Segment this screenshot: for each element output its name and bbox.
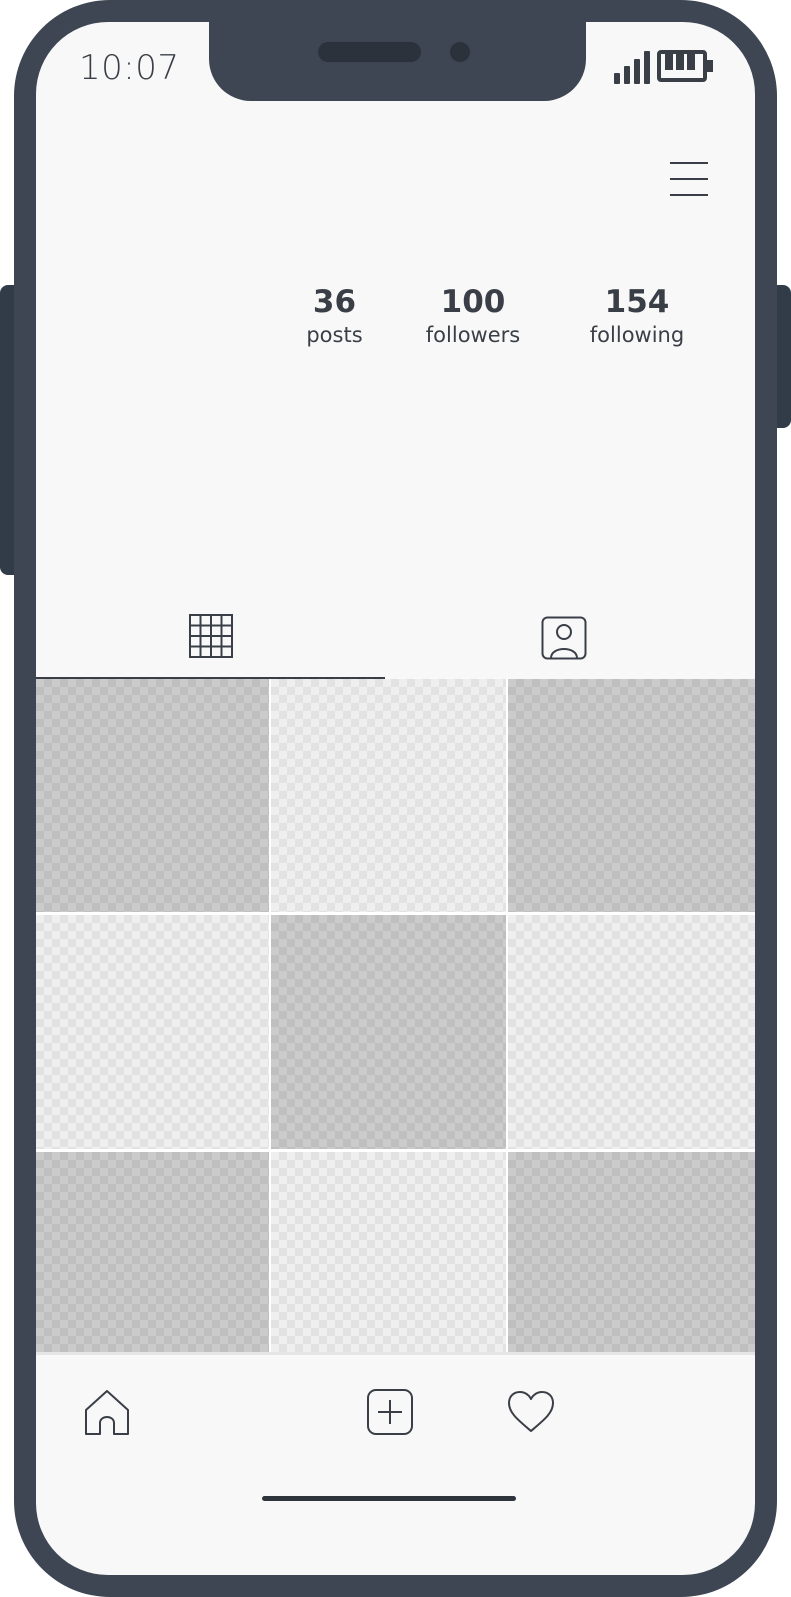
speaker-grille [318, 42, 421, 62]
heart-icon [508, 1391, 554, 1432]
post-thumbnail[interactable] [508, 1152, 755, 1352]
posts-label: posts [306, 323, 363, 347]
phone-screen: 10:07 36 posts 100 followers 154 followi… [36, 22, 755, 1575]
post-thumbnail[interactable] [271, 679, 506, 912]
notch [209, 22, 586, 101]
following-count: 154 [604, 284, 670, 320]
stat-posts[interactable]: 36 posts [290, 284, 379, 348]
post-thumbnail[interactable] [271, 1152, 506, 1352]
nav-add-post-button[interactable] [365, 1387, 415, 1437]
post-thumbnail[interactable] [508, 915, 755, 1149]
grid-icon [189, 614, 233, 658]
posts-count: 36 [312, 284, 357, 320]
post-thumbnail[interactable] [271, 915, 506, 1149]
battery-icon [657, 50, 713, 82]
post-thumbnail[interactable] [36, 1152, 269, 1352]
post-thumbnail[interactable] [36, 679, 269, 912]
followers-label: followers [425, 323, 521, 347]
tab-tagged[interactable] [385, 602, 755, 678]
post-thumbnail[interactable] [508, 679, 755, 912]
bottom-nav-divider [36, 1352, 755, 1355]
nav-activity-button[interactable] [506, 1387, 556, 1437]
home-indicator[interactable] [262, 1496, 516, 1501]
stat-following[interactable]: 154 following [581, 284, 693, 348]
front-camera [450, 42, 470, 62]
home-icon [85, 1390, 129, 1435]
post-thumbnail[interactable] [36, 915, 269, 1149]
following-label: following [589, 323, 685, 347]
tagged-person-icon [541, 616, 587, 660]
tab-posts-grid[interactable] [36, 602, 385, 678]
signal-bars-icon [614, 50, 654, 84]
phone-frame: 10:07 36 posts 100 followers 154 followi… [14, 0, 777, 1597]
followers-count: 100 [440, 284, 506, 320]
nav-home-button[interactable] [82, 1387, 132, 1437]
posts-grid [36, 679, 755, 1352]
hamburger-menu-icon[interactable] [670, 162, 708, 196]
stat-followers[interactable]: 100 followers [416, 284, 530, 348]
status-time: 10:07 [79, 48, 180, 88]
add-post-icon [367, 1389, 413, 1435]
